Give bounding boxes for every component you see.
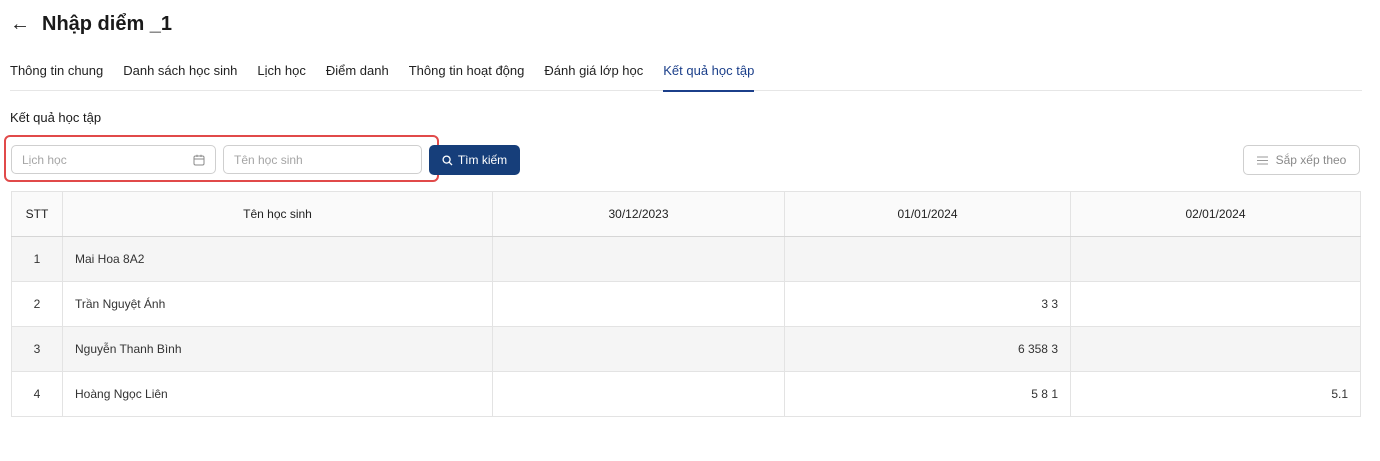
student-name-cell: Hoàng Ngọc Liên — [62, 371, 493, 417]
tab-attendance[interactable]: Điểm danh — [326, 58, 389, 91]
table-header-row: STT Tên học sinh 30/12/2023 01/01/2024 0… — [11, 191, 1361, 237]
row-index: 4 — [11, 371, 63, 417]
page-header: ← Nhập diểm _1 — [10, 10, 172, 38]
tab-class-evaluation[interactable]: Đánh giá lớp học — [544, 58, 643, 91]
tab-activity-info[interactable]: Thông tin hoạt động — [409, 58, 525, 91]
column-header-student-name[interactable]: Tên học sinh — [62, 191, 493, 237]
score-cell[interactable] — [492, 281, 785, 327]
student-name-input[interactable] — [234, 152, 411, 167]
score-cell[interactable] — [1070, 326, 1361, 372]
page: ← Nhập diểm _1 Thông tin chung Danh sách… — [0, 0, 1380, 461]
results-table: STT Tên học sinh 30/12/2023 01/01/2024 0… — [11, 191, 1361, 417]
calendar-icon — [193, 154, 205, 165]
student-name-cell: Nguyễn Thanh Bình — [62, 326, 493, 372]
column-header-stt[interactable]: STT — [11, 191, 63, 237]
table-row: 1 Mai Hoa 8A2 — [11, 236, 1361, 282]
row-index: 1 — [11, 236, 63, 282]
search-button-label: Tìm kiếm — [457, 153, 508, 167]
arrow-left-icon[interactable]: ← — [10, 14, 30, 34]
schedule-date-picker[interactable] — [11, 145, 216, 174]
table-row: 4 Hoàng Ngọc Liên 5 8 1 5.1 — [11, 371, 1361, 417]
search-button[interactable]: Tìm kiếm — [429, 145, 520, 175]
row-index: 2 — [11, 281, 63, 327]
page-title: Nhập diểm _1 — [42, 12, 173, 35]
search-icon — [442, 154, 453, 165]
score-cell[interactable] — [784, 236, 1071, 282]
tab-general-info[interactable]: Thông tin chung — [10, 58, 103, 91]
score-cell[interactable]: 3 3 — [784, 281, 1071, 327]
sort-lines-icon — [1256, 156, 1268, 164]
column-header-date-2[interactable]: 01/01/2024 — [784, 191, 1071, 237]
tab-learning-results[interactable]: Kết quả học tập — [663, 58, 755, 92]
table-row: 3 Nguyễn Thanh Bình 6 358 3 — [11, 326, 1361, 372]
student-name-field[interactable] — [223, 145, 422, 174]
row-index: 3 — [11, 326, 63, 372]
score-cell[interactable] — [492, 236, 785, 282]
score-cell[interactable]: 5 8 1 — [784, 371, 1071, 417]
score-cell[interactable] — [1070, 281, 1361, 327]
score-cell[interactable]: 6 358 3 — [784, 326, 1071, 372]
column-header-date-3[interactable]: 02/01/2024 — [1070, 191, 1361, 237]
section-title: Kết quả học tập — [10, 110, 102, 125]
tab-student-list[interactable]: Danh sách học sinh — [123, 58, 237, 91]
tab-schedule[interactable]: Lịch học — [257, 58, 305, 91]
score-cell[interactable] — [492, 371, 785, 417]
student-name-cell: Mai Hoa 8A2 — [62, 236, 493, 282]
schedule-input[interactable] — [22, 152, 193, 167]
table-row: 2 Trần Nguyệt Ánh 3 3 — [11, 281, 1361, 327]
tab-bar: Thông tin chung Danh sách học sinh Lịch … — [10, 58, 1362, 92]
student-name-cell: Trần Nguyệt Ánh — [62, 281, 493, 327]
score-cell[interactable] — [1070, 236, 1361, 282]
score-cell[interactable] — [492, 326, 785, 372]
score-cell[interactable]: 5.1 — [1070, 371, 1361, 417]
column-header-date-1[interactable]: 30/12/2023 — [492, 191, 785, 237]
sort-button[interactable]: Sắp xếp theo — [1243, 145, 1360, 175]
sort-button-label: Sắp xếp theo — [1275, 153, 1347, 167]
